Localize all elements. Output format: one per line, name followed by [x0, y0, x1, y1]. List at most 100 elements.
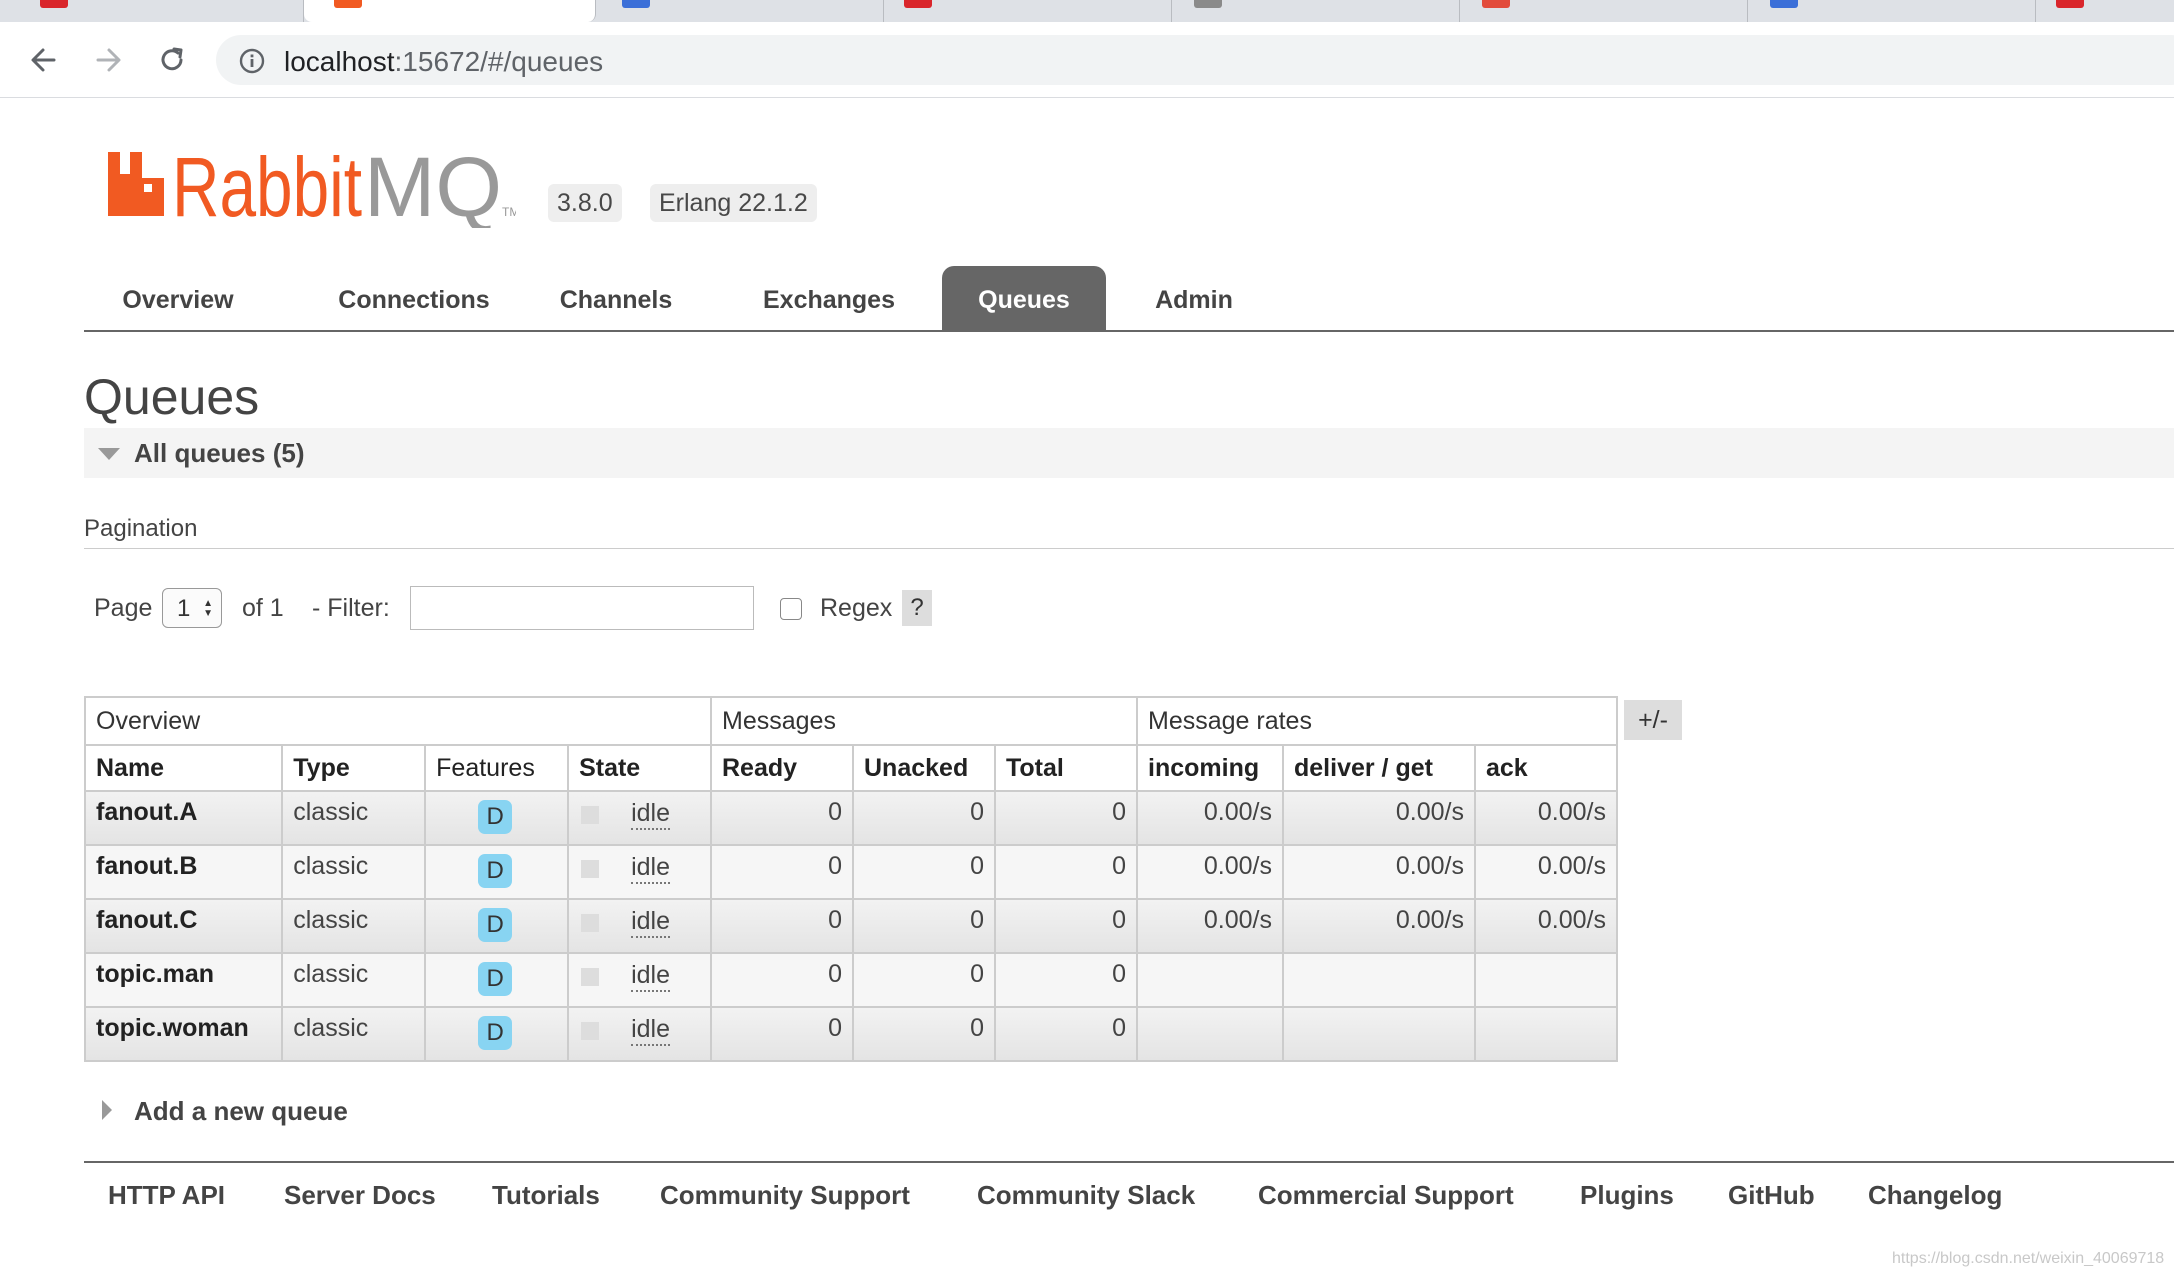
unacked-count: 0 — [852, 952, 996, 1008]
table-row[interactable]: topic.man classic D idle 0 0 0 — [83, 952, 1618, 1008]
footer-link-changelog[interactable]: Changelog — [1868, 1180, 2002, 1211]
queue-type: classic — [281, 1006, 427, 1062]
column-header-features[interactable]: Features — [424, 744, 570, 792]
filter-label: - Filter: — [312, 594, 390, 622]
durable-badge: D — [478, 962, 513, 996]
tab-channels[interactable]: Channels — [540, 266, 692, 330]
browser-toolbar: localhost:15672/#/queues — [0, 22, 2174, 98]
footer-link-commercial-support[interactable]: Commercial Support — [1258, 1180, 1514, 1211]
column-header-deliver-get[interactable]: deliver / get — [1282, 744, 1476, 792]
durable-badge: D — [478, 854, 513, 888]
footer-link-tutorials[interactable]: Tutorials — [492, 1180, 600, 1211]
site-info-icon[interactable] — [238, 47, 266, 75]
logo-text-rabbit: Rabbit — [172, 140, 362, 228]
state-text: idle — [631, 960, 670, 992]
queue-features: D — [424, 898, 570, 954]
column-header-incoming[interactable]: incoming — [1136, 744, 1284, 792]
browser-tab[interactable] — [1460, 0, 1748, 22]
table-row[interactable]: topic.woman classic D idle 0 0 0 — [83, 1006, 1618, 1062]
queue-name-link[interactable]: fanout.C — [83, 898, 284, 954]
queue-state: idle — [567, 898, 712, 954]
column-header-ack[interactable]: ack — [1474, 744, 1618, 792]
table-row[interactable]: fanout.B classic D idle 0 0 0 0.00/s 0.0… — [83, 844, 1618, 900]
filter-input[interactable] — [410, 586, 754, 630]
erlang-badge: Erlang 22.1.2 — [650, 184, 817, 222]
all-queues-section-toggle[interactable]: All queues (5) — [84, 428, 2174, 478]
footer-link-community-support[interactable]: Community Support — [660, 1180, 910, 1211]
queue-name-link[interactable]: topic.woman — [83, 1006, 284, 1062]
footer-link-server-docs[interactable]: Server Docs — [284, 1180, 436, 1211]
queue-name-link[interactable]: topic.man — [83, 952, 284, 1008]
url-text: localhost:15672/#/queues — [284, 46, 603, 78]
tab-favicon-icon — [904, 0, 932, 8]
browser-tab-active[interactable] — [304, 0, 596, 22]
table-row[interactable]: fanout.A classic D idle 0 0 0 0.00/s 0.0… — [83, 790, 1618, 846]
footer-link-community-slack[interactable]: Community Slack — [977, 1180, 1195, 1211]
column-header-ready[interactable]: Ready — [710, 744, 854, 792]
forward-button[interactable] — [88, 40, 128, 80]
address-bar[interactable]: localhost:15672/#/queues — [216, 35, 2174, 85]
state-indicator-icon — [581, 968, 600, 986]
queue-state: idle — [567, 1006, 712, 1062]
footer-link-github[interactable]: GitHub — [1728, 1180, 1815, 1211]
durable-badge: D — [478, 908, 513, 942]
queue-name-link[interactable]: fanout.B — [83, 844, 284, 900]
forward-arrow-icon — [96, 48, 121, 72]
browser-tab[interactable] — [0, 0, 304, 22]
deliver-get-rate: 0.00/s — [1282, 844, 1476, 900]
browser-tab-strip — [0, 0, 2174, 22]
browser-tab[interactable] — [1172, 0, 1460, 22]
column-header-state[interactable]: State — [567, 744, 712, 792]
queue-state: idle — [567, 844, 712, 900]
tab-admin[interactable]: Admin — [1136, 266, 1252, 330]
column-header-total[interactable]: Total — [994, 744, 1138, 792]
unacked-count: 0 — [852, 790, 996, 846]
rabbitmq-logo-icon: Rabbit MQ TM — [108, 140, 519, 234]
divider — [84, 548, 2174, 549]
ready-count: 0 — [710, 898, 854, 954]
total-count: 0 — [994, 844, 1138, 900]
reload-button[interactable] — [152, 40, 192, 80]
browser-tab[interactable] — [2036, 0, 2174, 22]
ack-rate: 0.00/s — [1474, 844, 1618, 900]
queue-features: D — [424, 844, 570, 900]
page-select[interactable]: 1 ▲ ▼ — [162, 588, 222, 628]
browser-tab[interactable] — [884, 0, 1172, 22]
queue-features: D — [424, 1006, 570, 1062]
browser-tab[interactable] — [596, 0, 884, 22]
queue-type: classic — [281, 844, 427, 900]
queue-state: idle — [567, 790, 712, 846]
column-header-unacked[interactable]: Unacked — [852, 744, 996, 792]
column-header-name[interactable]: Name — [83, 744, 284, 792]
table-row[interactable]: fanout.C classic D idle 0 0 0 0.00/s 0.0… — [83, 898, 1618, 954]
url-host: localhost — [284, 46, 395, 77]
column-toggle-button[interactable]: +/- — [1624, 700, 1682, 740]
queue-features: D — [424, 790, 570, 846]
back-button[interactable] — [24, 40, 64, 80]
expand-triangle-icon — [102, 1100, 112, 1120]
deliver-get-rate — [1282, 952, 1476, 1008]
tab-favicon-icon — [2056, 0, 2084, 8]
footer-link-http-api[interactable]: HTTP API — [108, 1180, 225, 1211]
incoming-rate: 0.00/s — [1136, 790, 1284, 846]
unacked-count: 0 — [852, 898, 996, 954]
regex-checkbox[interactable] — [780, 598, 802, 620]
tab-overview[interactable]: Overview — [84, 266, 272, 330]
page-label: Page — [94, 594, 153, 622]
tab-queues[interactable]: Queues — [942, 266, 1106, 330]
footer-link-plugins[interactable]: Plugins — [1580, 1180, 1674, 1211]
collapse-triangle-icon — [98, 448, 120, 460]
back-arrow-icon — [31, 48, 56, 72]
rabbitmq-logo[interactable]: Rabbit MQ TM — [106, 138, 519, 234]
tab-favicon-icon — [1482, 0, 1510, 8]
tab-exchanges[interactable]: Exchanges — [740, 266, 918, 330]
column-header-type[interactable]: Type — [281, 744, 427, 792]
pagination-title: Pagination — [84, 515, 198, 542]
regex-help-button[interactable]: ? — [902, 590, 932, 626]
queue-name-link[interactable]: fanout.A — [83, 790, 284, 846]
tab-connections[interactable]: Connections — [304, 266, 524, 330]
browser-tab[interactable] — [1748, 0, 2036, 22]
queue-type: classic — [281, 790, 427, 846]
deliver-get-rate — [1282, 1006, 1476, 1062]
durable-badge: D — [478, 1016, 513, 1050]
